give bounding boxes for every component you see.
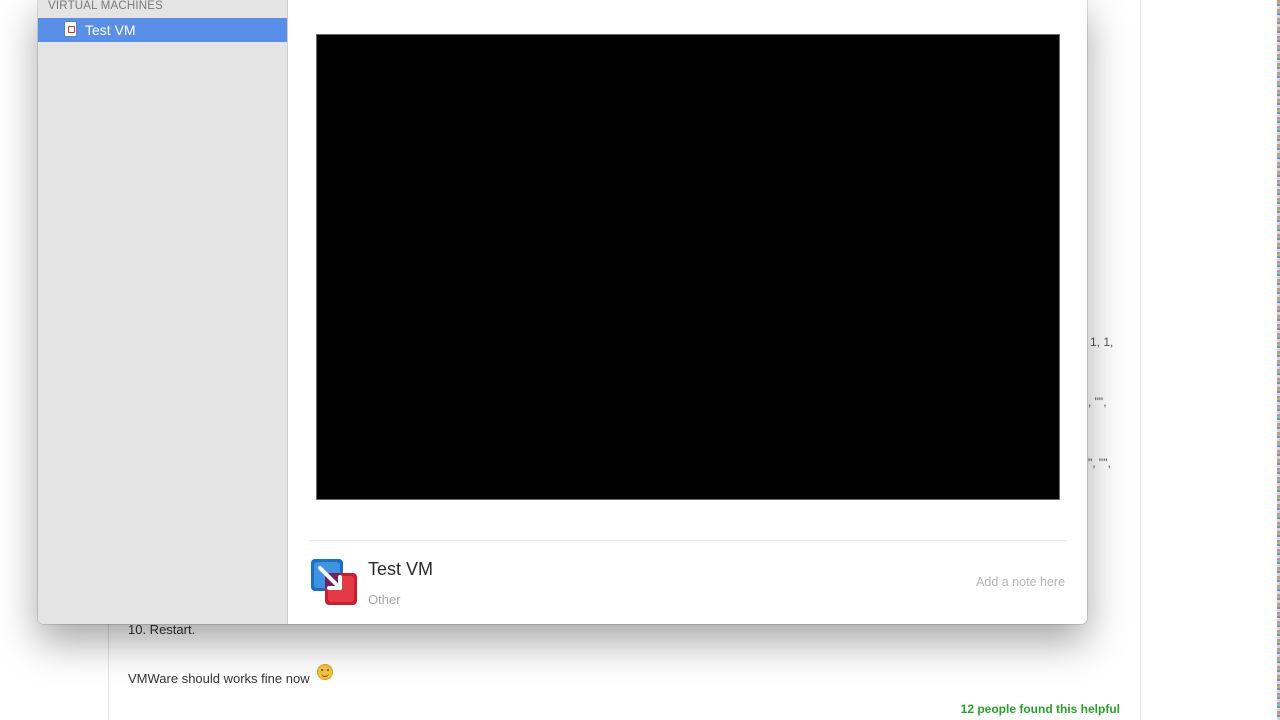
sidebar-item-label: Test VM <box>85 22 136 38</box>
vm-detail-pane: Test VM Other Add a note here <box>288 0 1087 624</box>
step-restart-text: 10. Restart. <box>128 622 196 637</box>
vm-os-type: Other <box>368 592 401 607</box>
smiley-icon <box>317 664 334 680</box>
vm-note-field[interactable]: Add a note here <box>976 575 1065 589</box>
result-text-line: VMWare should works fine now <box>128 664 334 686</box>
details-divider <box>310 540 1066 541</box>
vm-name: Test VM <box>368 559 434 579</box>
sidebar: VIRTUAL MACHINES Test VM <box>38 0 288 624</box>
vmware-fusion-logo-icon <box>311 559 357 605</box>
sidebar-item-test-vm[interactable]: Test VM <box>38 18 287 42</box>
code-fragment: , "", <box>1088 395 1107 409</box>
result-text: VMWare should works fine now <box>128 671 310 686</box>
code-fragment: 1, 1, <box>1090 335 1114 349</box>
sidebar-section-title: VIRTUAL MACHINES <box>48 0 164 12</box>
vm-library-window: VIRTUAL MACHINES Test VM Test VM Other A… <box>38 0 1087 624</box>
content-right-border <box>1140 0 1141 720</box>
vm-screen-preview[interactable] <box>316 34 1060 500</box>
code-fragment: ", "", <box>1088 456 1111 470</box>
helpful-count[interactable]: 12 people found this helpful <box>961 702 1120 716</box>
vm-file-icon <box>65 22 76 36</box>
